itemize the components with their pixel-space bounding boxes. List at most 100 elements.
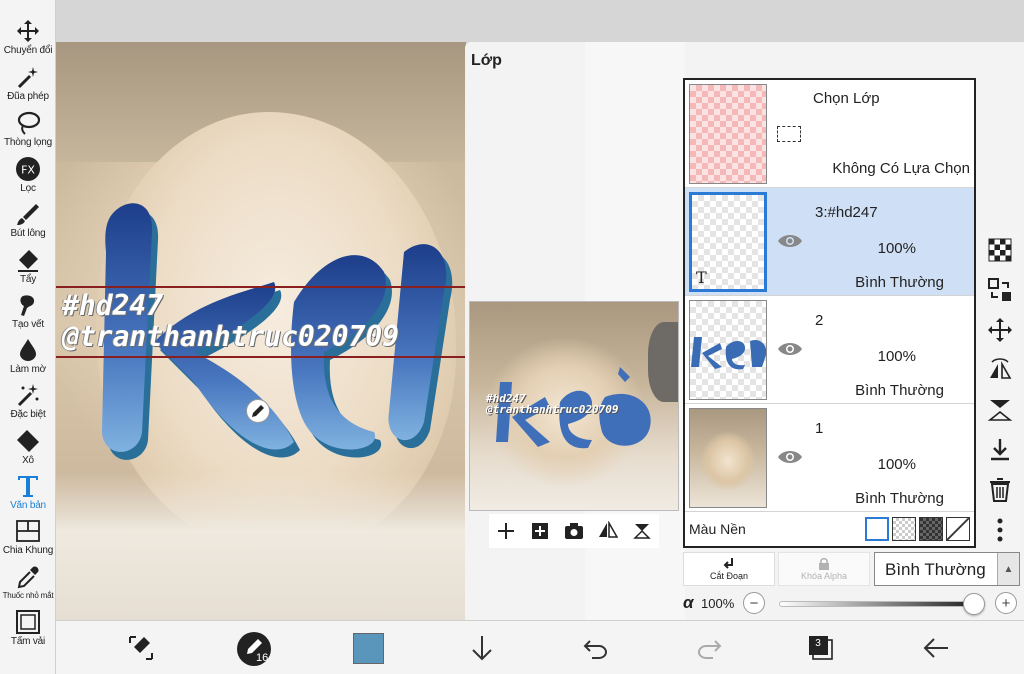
tool-brush[interactable]: Bút lông: [0, 197, 56, 241]
back-arrow-icon[interactable]: [921, 633, 951, 663]
layer-row-3[interactable]: T 3:#hd247 100% Bình Thường: [685, 188, 974, 296]
tool-lasso[interactable]: Thòng lọng: [0, 106, 56, 150]
selection-layer-row[interactable]: Chọn Lớp Không Có Lựa Chọn: [685, 80, 974, 188]
tool-label: Văn bản: [10, 500, 46, 511]
canvas-icon: [16, 610, 40, 634]
merge-down-icon[interactable]: [986, 436, 1014, 464]
redo-icon[interactable]: [695, 633, 725, 663]
current-color-swatch[interactable]: [353, 633, 384, 664]
layer-opacity: 100%: [877, 348, 916, 365]
bg-swatch-transparent[interactable]: [892, 517, 916, 541]
layer-row-2[interactable]: 2 100% Bình Thường: [685, 296, 974, 404]
trash-icon[interactable]: [986, 476, 1014, 504]
panel-title: Lớp: [471, 52, 502, 69]
blur-drop-icon: [20, 339, 36, 361]
opacity-increase-button[interactable]: +: [995, 592, 1017, 614]
tool-transform[interactable]: Chuyển đổi: [0, 14, 56, 58]
tool-label: Tạo vết: [12, 319, 44, 330]
selection-layer-name: Chọn Lớp: [813, 90, 880, 107]
smudge-icon: [20, 295, 35, 316]
tool-smudge[interactable]: Tạo vết: [0, 288, 56, 332]
layer-opacity: 100%: [877, 456, 916, 473]
watermark-handle[interactable]: @tranthanhtruc020709: [62, 320, 399, 353]
background-color-row: Màu Nền: [685, 512, 974, 546]
bg-swatch-white[interactable]: [865, 517, 889, 541]
blend-mode-select[interactable]: Bình Thường ▲: [874, 552, 1020, 586]
arrow-down-icon[interactable]: [467, 633, 497, 663]
bucket-icon: [17, 430, 39, 452]
lock-icon: [819, 557, 829, 570]
add-layer-box-icon[interactable]: [530, 521, 550, 541]
undo-icon[interactable]: [580, 633, 610, 663]
opacity-slider-track[interactable]: [779, 601, 975, 607]
tool-eraser[interactable]: Tẩy: [0, 243, 56, 287]
chevron-up-icon: ▲: [997, 553, 1019, 585]
watermark-hashtag[interactable]: #hd247: [62, 289, 163, 322]
tool-label: Bút lông: [10, 228, 46, 239]
layer-name: 1: [815, 420, 824, 437]
artwork[interactable]: #hd247 @tranthanhtruc020709: [56, 42, 466, 620]
clipping-button[interactable]: Cắt Đoạn: [683, 552, 775, 586]
tool-filter[interactable]: FX Lọc: [0, 152, 56, 196]
flip-layer-icon[interactable]: [986, 356, 1014, 384]
tool-text[interactable]: Văn bản: [0, 469, 56, 513]
tool-label: Đũa phép: [7, 91, 49, 102]
preview-watermark-handle: @tranthanhtruc020709: [486, 403, 619, 416]
tool-frame[interactable]: Chia Khung: [0, 514, 56, 558]
clipping-arrow-icon: [723, 558, 733, 569]
tool-eyedropper[interactable]: Thuốc nhỏ mắt: [0, 560, 56, 604]
selection-layer-thumbnail: [689, 84, 767, 184]
cat-photo-blanket: [56, 472, 466, 620]
text-guide-bottom: [56, 356, 466, 358]
opacity-decrease-button[interactable]: −: [743, 592, 765, 614]
flip-vertical-icon[interactable]: [986, 396, 1014, 424]
move-icon: [17, 20, 39, 42]
sparkle-icon: [17, 384, 39, 407]
tool-fill[interactable]: Xô: [0, 424, 56, 468]
background-label: Màu Nền: [689, 521, 746, 537]
tool-label: Xô: [22, 455, 34, 466]
more-options-icon[interactable]: [986, 516, 1014, 544]
opacity-slider-handle[interactable]: [963, 593, 985, 615]
selection-status: Không Có Lựa Chọn: [832, 160, 970, 177]
checker-transparency-icon[interactable]: [986, 236, 1014, 264]
magic-wand-icon: [17, 67, 38, 89]
rotate-layer-icon[interactable]: [632, 521, 652, 541]
tool-label: Tẩy: [19, 274, 37, 285]
clipping-label: Cắt Đoạn: [709, 571, 749, 581]
canvas-preview[interactable]: #hd247 @tranthanhtruc020709: [469, 301, 679, 511]
layer-swap-icon[interactable]: [986, 276, 1014, 304]
tool-label: Chuyển đổi: [3, 45, 53, 56]
tool-label: Đặc biệt: [10, 409, 46, 420]
tool-label: Thòng lọng: [3, 137, 53, 148]
bg-swatch-dark-checker[interactable]: [919, 517, 943, 541]
lasso-icon: [17, 111, 41, 135]
tool-label: Làm mờ: [10, 364, 46, 375]
layer-blend-mode: Bình Thường: [855, 490, 944, 507]
alpha-symbol: α: [683, 593, 694, 612]
layer-opacity: 100%: [877, 240, 916, 257]
flip-horizontal-icon[interactable]: [598, 521, 618, 541]
fx-icon: FX: [16, 157, 40, 181]
alpha-lock-label: Khóa Alpha: [800, 571, 848, 581]
brush-size-value: 16: [256, 652, 269, 664]
opacity-value: 100%: [701, 596, 735, 611]
frame-divider-icon: [16, 520, 40, 542]
tool-blur[interactable]: Làm mờ: [0, 333, 56, 377]
bg-swatch-none[interactable]: [946, 517, 970, 541]
tool-magic-wand[interactable]: Đũa phép: [0, 60, 56, 104]
tool-sidebar: Chuyển đổi Đũa phép Thòng lọng FX Lọc Bú…: [0, 0, 56, 674]
add-layer-icon[interactable]: [496, 521, 516, 541]
blend-mode-value: Bình Thường: [885, 560, 986, 579]
tool-special[interactable]: Đặc biệt: [0, 378, 56, 422]
layers-button[interactable]: 3: [808, 635, 834, 661]
opacity-slider-row: α 100% − +: [683, 590, 1020, 618]
alpha-lock-button[interactable]: Khóa Alpha: [778, 552, 870, 586]
brush-eraser-toggle-icon[interactable]: [126, 633, 156, 663]
camera-icon[interactable]: [564, 521, 584, 541]
text-edit-handle[interactable]: [246, 399, 270, 423]
layer-blend-mode: Bình Thường: [855, 382, 944, 399]
move-layer-icon[interactable]: [986, 316, 1014, 344]
tool-canvas[interactable]: Tấm vải: [0, 605, 56, 649]
layer-row-1[interactable]: 1 100% Bình Thường: [685, 404, 974, 512]
